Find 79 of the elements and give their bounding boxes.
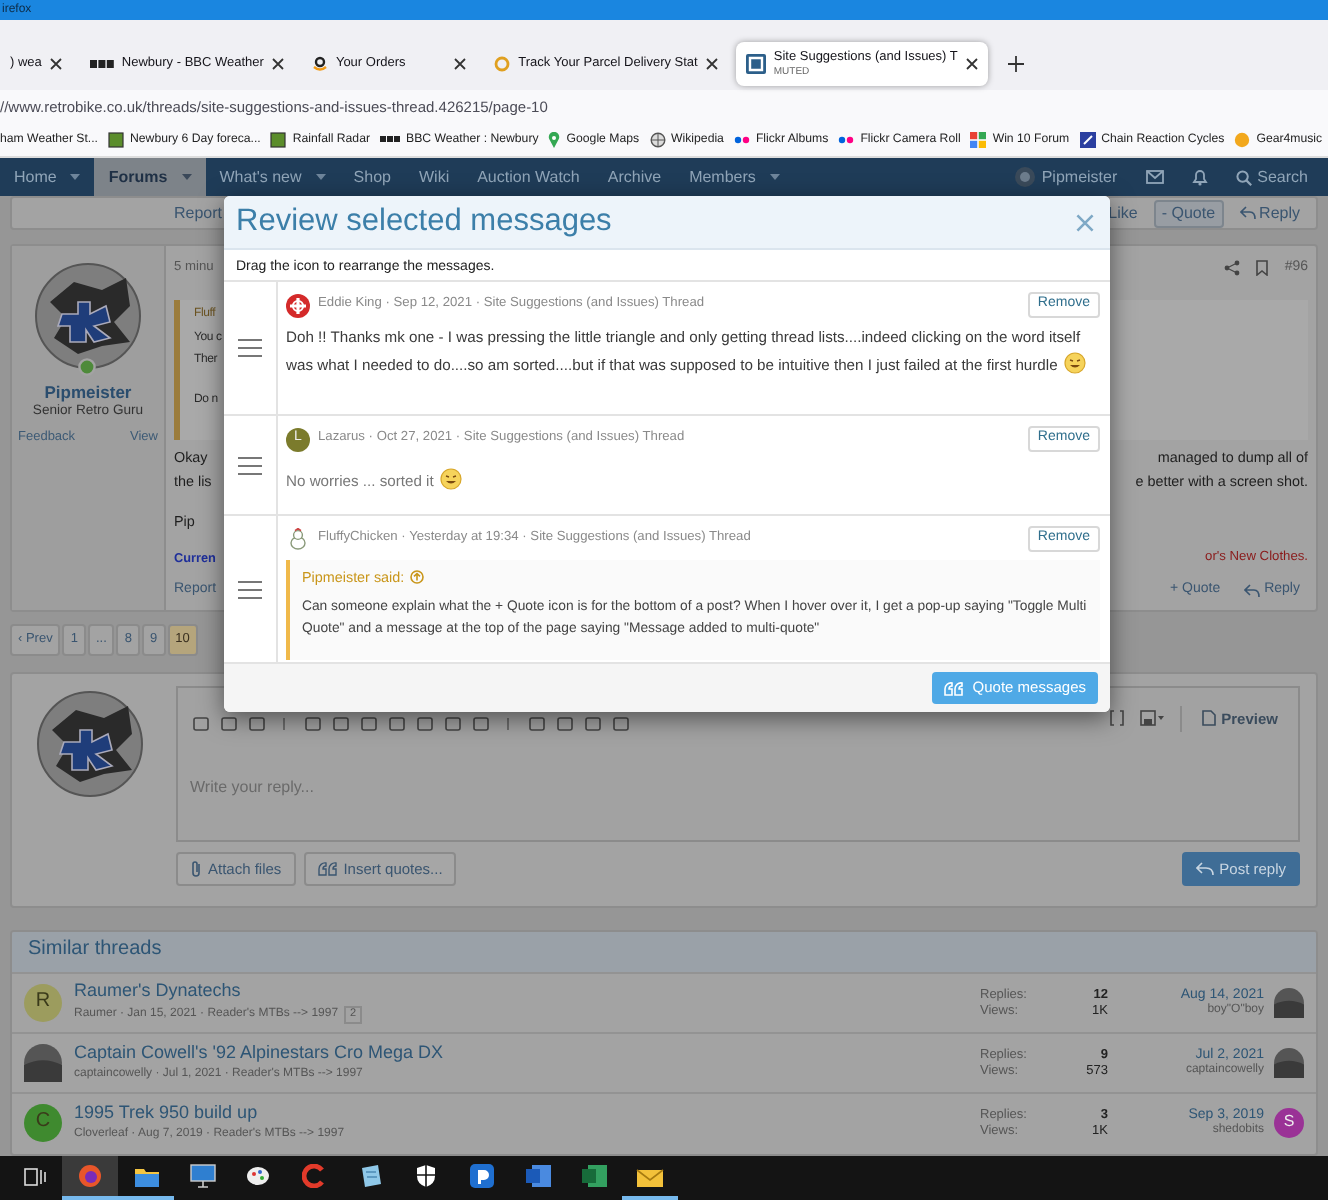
two-dots-icon: [838, 135, 855, 144]
nav-tab[interactable]: Wiki: [404, 158, 464, 196]
task-view-icon: [23, 1167, 45, 1185]
nav-tab[interactable]: Home: [0, 158, 95, 196]
document-icon: [1201, 710, 1216, 727]
user-menu[interactable]: Pipmeister: [999, 158, 1132, 196]
nav-tab[interactable]: Forums: [94, 158, 206, 196]
thread-title-link[interactable]: Captain Cowell's '92 Alpinestars Cro Mega DX: [74, 1043, 968, 1064]
avatar-photo-placeholder: [1274, 1047, 1304, 1078]
palette-icon: [246, 1164, 270, 1188]
bell-icon[interactable]: [1191, 168, 1208, 186]
paperclip-icon: [190, 860, 202, 879]
blocks-icon: [380, 134, 400, 145]
close-icon[interactable]: [49, 58, 62, 70]
nav-tab[interactable]: Archive: [593, 158, 676, 196]
circle-icon: [1234, 132, 1251, 148]
quote-icon: [944, 681, 965, 695]
app-icon: [470, 1164, 494, 1188]
user-avatar: R: [24, 984, 62, 1022]
avatar-photo-placeholder: [24, 1044, 62, 1082]
close-icon[interactable]: [705, 58, 718, 70]
avatar-icon: [1013, 166, 1036, 188]
envelope-icon[interactable]: [1145, 170, 1164, 184]
blocks-icon: [89, 58, 114, 70]
drag-handle-icon[interactable]: [238, 455, 262, 475]
avatar-badge-icon: [286, 293, 310, 317]
reply-button[interactable]: Reply: [1231, 199, 1308, 227]
thread-title-link[interactable]: Raumer's Dynatechs: [74, 982, 968, 1002]
reply-arrow-icon: [1239, 206, 1256, 220]
search-icon: [1235, 169, 1252, 185]
report-link[interactable]: Report: [174, 203, 223, 223]
nav-tab[interactable]: Auction Watch: [463, 158, 594, 196]
username[interactable]: Pipmeister: [44, 382, 132, 404]
nav-tab[interactable]: Members: [675, 158, 794, 196]
map-pin-icon: [548, 132, 561, 148]
avatar-photo-placeholder: [1274, 987, 1304, 1018]
close-icon[interactable]: [271, 58, 284, 70]
circle-icon: [494, 56, 511, 72]
avatar-logo: [34, 262, 142, 370]
nav-tab[interactable]: Shop: [339, 158, 405, 196]
search-button[interactable]: Search: [1221, 158, 1328, 196]
nav-tab[interactable]: What's new: [205, 158, 340, 196]
avatar-logo: [35, 690, 143, 798]
site-logo-icon: [745, 54, 766, 74]
shield-icon: [416, 1164, 436, 1188]
dialog-title: Review selected messages: [236, 202, 612, 242]
bookmark-icon[interactable]: [1256, 260, 1269, 276]
chicken-icon: [286, 527, 310, 551]
quote-button[interactable]: - Quote: [1153, 199, 1224, 227]
brackets-icon[interactable]: [1109, 710, 1124, 727]
save-draft-icon[interactable]: [1139, 710, 1164, 727]
plus-icon[interactable]: [1007, 56, 1024, 72]
reply-arrow-icon: [1244, 583, 1261, 597]
user-avatar: C: [24, 1104, 62, 1142]
thread-title-link[interactable]: 1995 Trek 950 build up: [74, 1103, 968, 1124]
four-squares-icon: [970, 132, 987, 148]
user-avatar: S: [1274, 1107, 1304, 1138]
square-icon: [1079, 132, 1096, 148]
document-icon: [525, 1164, 551, 1188]
spreadsheet-icon: [581, 1164, 607, 1188]
folder-icon: [133, 1165, 159, 1187]
square-icon: [270, 132, 287, 148]
envelope-icon: [636, 1165, 664, 1187]
reply-arrow-icon: [1195, 862, 1214, 877]
two-dots-icon: [733, 135, 750, 144]
square-icon: [108, 132, 124, 148]
drag-handle-icon[interactable]: [238, 579, 262, 599]
up-arrow-icon: [410, 570, 425, 584]
globe-icon: [649, 132, 666, 148]
arc-icon: [302, 1164, 326, 1188]
section-title: Similar threads: [28, 938, 162, 960]
quote-icon: [317, 862, 338, 877]
share-icon[interactable]: [1224, 260, 1241, 276]
browser-icon: [78, 1164, 102, 1188]
monitor-icon: [189, 1164, 215, 1188]
close-icon[interactable]: [965, 58, 978, 70]
drag-handle-icon[interactable]: [238, 338, 262, 358]
close-icon[interactable]: [454, 58, 467, 70]
notepad-icon: [359, 1164, 381, 1188]
